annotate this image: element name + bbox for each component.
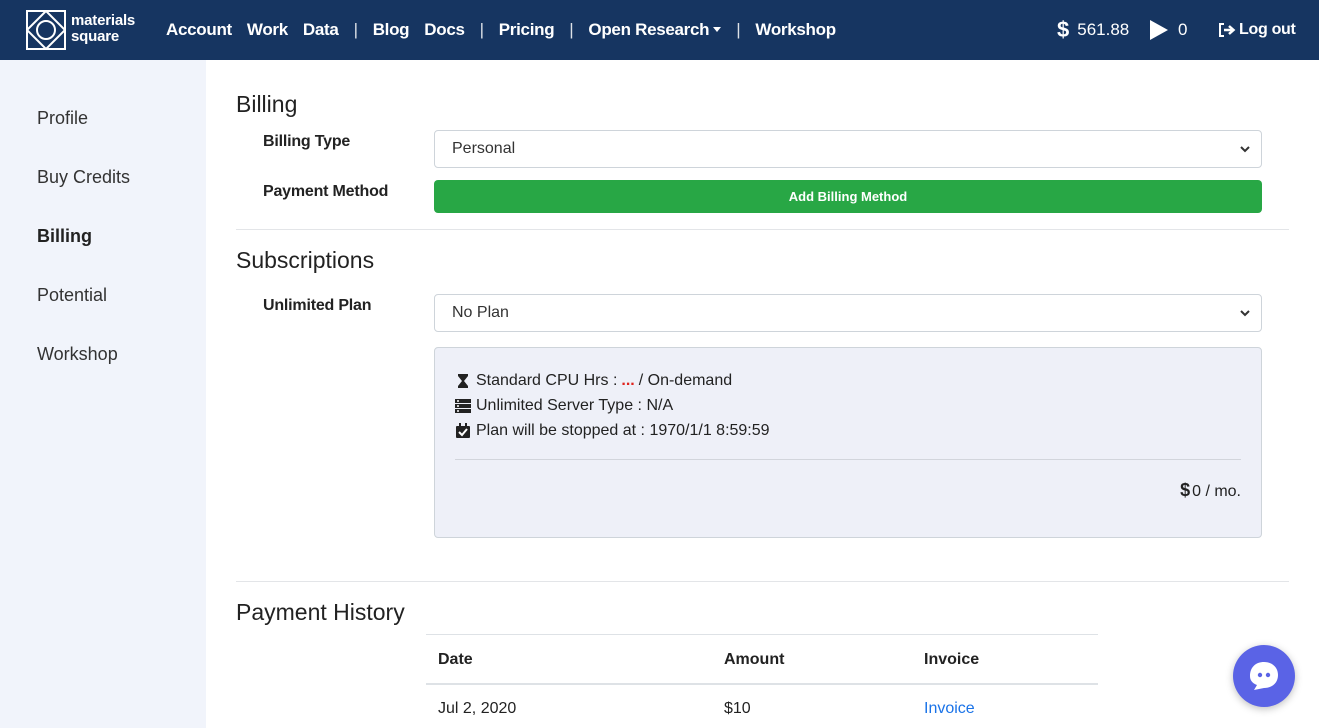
subscriptions-title: Subscriptions [236,247,375,273]
caret-down-icon [713,27,722,32]
divider [236,229,1289,230]
logo-text[interactable]: materials square [71,13,135,45]
sidebar-item-profile[interactable]: Profile [37,108,88,129]
main-nav: Account Work Data | Blog Docs | Pricing … [166,0,851,60]
unlimited-plan-value: No Plan [452,304,509,321]
chevron-down-icon [1240,310,1250,317]
server-icon [455,399,471,413]
sidebar-item-workshop[interactable]: Workshop [37,344,118,365]
cpu-hours-line: Standard CPU Hrs : ... / On-demand [455,372,732,390]
stop-date-line: Plan will be stopped at : 1970/1/1 8:59:… [455,422,770,440]
server-type-line: Unlimited Server Type : N/A [455,397,673,415]
nav-pricing[interactable]: Pricing [499,20,555,40]
chevron-down-icon [1240,146,1250,153]
nav-separator: | [353,20,358,39]
cpu-hours-value: ... [621,372,635,389]
sidebar-item-buy-credits[interactable]: Buy Credits [37,167,130,188]
nav-separator: | [736,20,741,39]
column-date: Date [438,651,473,668]
nav-open-research-dropdown[interactable]: Open Research [588,20,722,40]
payment-history-title: Payment History [236,599,405,625]
invoice-link[interactable]: Invoice [924,700,975,718]
credits-balance[interactable]: $ 561.88 [1057,0,1129,60]
divider [236,581,1289,582]
nav-separator: | [569,20,574,39]
cpu-hours-prefix: Standard CPU Hrs : [476,372,618,389]
logo-text-line2: square [71,28,119,45]
chat-widget-button[interactable] [1233,645,1295,707]
nav-work[interactable]: Work [247,20,288,40]
calendar-check-icon [456,423,470,438]
nav-blog[interactable]: Blog [373,20,410,40]
nav-separator: | [479,20,484,39]
nav-open-research-label: Open Research [588,20,710,39]
row-date: Jul 2, 2020 [438,700,517,717]
hourglass-icon [458,374,468,388]
logo-text-line1: materials [71,12,136,29]
table-header: Date Amount Invoice [426,634,1098,685]
chat-icon [1250,662,1278,690]
sidebar: Profile Buy Credits Billing Potential Wo… [0,60,206,728]
logout-label: Log out [1239,21,1296,38]
sidebar-item-billing[interactable]: Billing [37,226,92,247]
unlimited-plan-select[interactable]: No Plan [434,294,1262,332]
top-navbar: materials square Account Work Data | Blo… [0,0,1319,60]
billing-type-select[interactable]: Personal [434,130,1262,168]
nav-workshop[interactable]: Workshop [755,20,836,40]
server-type-text: Unlimited Server Type : N/A [476,397,674,414]
cpu-hours-suffix: / On-demand [638,372,733,389]
nav-data[interactable]: Data [303,20,339,40]
plan-price: $0 / mo. [1180,480,1241,501]
dollar-icon: $ [1180,480,1191,500]
billing-type-value: Personal [452,140,516,157]
plan-price-value: 0 / mo. [1192,483,1241,500]
column-invoice: Invoice [924,651,980,668]
billing-title: Billing [236,91,298,117]
running-jobs-count: 0 [1178,20,1188,39]
payment-method-label: Payment Method [263,183,389,200]
credits-value: 561.88 [1077,20,1130,39]
unlimited-plan-label: Unlimited Plan [263,297,372,314]
logout-icon [1219,23,1236,37]
logout-button[interactable]: Log out [1218,0,1296,60]
row-amount: $10 [724,700,751,717]
sidebar-item-potential[interactable]: Potential [37,285,107,306]
running-jobs[interactable]: 0 [1150,0,1187,60]
nav-docs[interactable]: Docs [424,20,465,40]
plan-details-card: Standard CPU Hrs : ... / On-demand Unlim… [434,347,1262,538]
dollar-icon: $ [1057,17,1070,42]
play-icon [1150,20,1168,40]
card-divider [455,459,1241,460]
stop-date-text: Plan will be stopped at : 1970/1/1 8:59:… [476,422,770,439]
add-billing-method-button[interactable]: Add Billing Method [434,180,1262,213]
logo-icon[interactable] [26,10,66,50]
nav-account[interactable]: Account [166,20,232,40]
billing-type-label: Billing Type [263,133,351,150]
column-amount: Amount [724,651,785,668]
